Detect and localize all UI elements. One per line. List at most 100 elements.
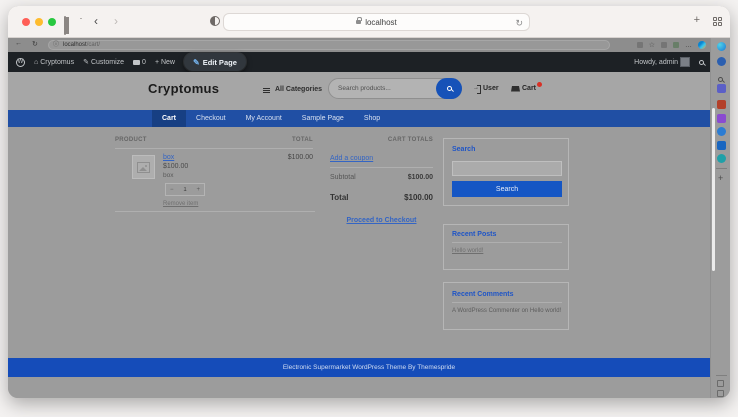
product-search-input[interactable]	[338, 80, 433, 97]
privacy-shield-icon[interactable]	[210, 16, 220, 26]
comment-bubble-icon	[133, 60, 140, 65]
sidebar-app-icon[interactable]	[717, 127, 726, 136]
recent-comment-text: A WordPress Commenter on Hello world!	[452, 308, 564, 314]
edge-toolbar-actions: ☆ …	[637, 41, 706, 49]
product-name-link[interactable]: box	[163, 154, 174, 161]
total-value: $100.00	[338, 193, 433, 202]
footer-credit-text: Electronic Supermarket WordPress Theme B…	[283, 364, 455, 371]
sidebar-settings-icon[interactable]	[717, 390, 724, 397]
sidebar-add-icon[interactable]: +	[718, 173, 723, 183]
main-nav: Cart Checkout My Account Sample Page Sho…	[8, 110, 730, 127]
site-logo[interactable]: Cryptomus	[148, 81, 219, 96]
close-window-button[interactable]	[22, 18, 30, 26]
more-menu-icon[interactable]: …	[685, 43, 692, 48]
edge-address-bar[interactable]: ⓘ localhost/cart/	[48, 40, 610, 50]
minimize-window-button[interactable]	[35, 18, 43, 26]
quantity-input[interactable]	[179, 187, 191, 193]
add-coupon-link[interactable]: Add a coupon	[330, 155, 373, 162]
chevron-down-icon[interactable]: ˇ	[80, 19, 82, 25]
admin-bar-new[interactable]: + New	[155, 59, 175, 66]
user-login-link[interactable]: User	[473, 85, 499, 92]
edge-toolbar: ← ↻ ⓘ localhost/cart/ ☆ …	[8, 38, 730, 52]
tab-overview-icon[interactable]	[713, 17, 722, 26]
admin-bar-customize[interactable]: ✎ Customize	[83, 58, 124, 66]
admin-bar-edit-page-button[interactable]: ✎ Edit Page	[184, 53, 246, 71]
site-header: Cryptomus All Categories User Cart	[8, 72, 730, 110]
quantity-stepper: − +	[165, 183, 205, 196]
nav-item-shop[interactable]: Shop	[354, 110, 390, 127]
quantity-plus-button[interactable]: +	[196, 187, 200, 193]
address-bar-host: localhost	[365, 18, 397, 27]
sidebar-search-button[interactable]: Search	[452, 181, 562, 197]
forward-button[interactable]: ›	[114, 16, 118, 26]
subtotal-value: $100.00	[338, 174, 433, 181]
line-total: $100.00	[248, 154, 313, 161]
sidebar-app-icon[interactable]	[717, 57, 726, 66]
sidebar-panel-icon[interactable]	[717, 380, 724, 387]
nav-item-cart[interactable]: Cart	[152, 110, 186, 127]
nav-item-checkout[interactable]: Checkout	[186, 110, 236, 127]
admin-bar-comments[interactable]: 0	[133, 59, 146, 66]
collections-icon[interactable]	[661, 42, 667, 48]
cart-total-header: TOTAL	[248, 137, 313, 143]
sidebar-search-input[interactable]	[453, 168, 561, 181]
proceed-to-checkout-link[interactable]: Proceed to Checkout	[330, 217, 433, 224]
home-icon: ⌂	[34, 59, 38, 66]
page-content: PRODUCT TOTAL box $100.00 box − + Remove…	[8, 127, 730, 358]
extensions-icon[interactable]	[673, 42, 679, 48]
edge-url-host: localhost	[63, 42, 87, 48]
page-scrollbar[interactable]	[712, 108, 715, 271]
sidebar-app-icon[interactable]	[717, 84, 726, 93]
recent-posts-widget: Recent Posts Hello world!	[443, 224, 569, 270]
search-icon	[447, 86, 452, 91]
copilot-icon[interactable]	[717, 42, 726, 51]
site-footer: Electronic Supermarket WordPress Theme B…	[8, 358, 730, 377]
sidebar-search-icon[interactable]	[717, 70, 726, 79]
safari-toolbar: ˇ ‹ › localhost ↻ +	[8, 6, 730, 38]
product-search-button[interactable]	[436, 78, 462, 99]
edge-refresh-button[interactable]: ↻	[32, 40, 38, 48]
browser-viewport: ← ↻ ⓘ localhost/cart/ ☆ … W	[8, 38, 730, 398]
product-variant: box	[163, 172, 173, 179]
admin-avatar	[680, 57, 690, 67]
new-tab-button[interactable]: +	[694, 14, 700, 26]
sidebar-app-icon[interactable]	[717, 141, 726, 150]
product-thumbnail[interactable]	[132, 155, 155, 179]
quantity-minus-button[interactable]: −	[170, 187, 174, 193]
cart-count-badge	[537, 82, 542, 87]
sidebar-app-icon[interactable]	[717, 100, 726, 109]
recent-post-link[interactable]: Hello world!	[452, 248, 483, 254]
profile-avatar[interactable]	[698, 41, 706, 49]
split-screen-icon[interactable]	[637, 42, 643, 48]
sidebar-app-icon[interactable]	[717, 154, 726, 163]
admin-search-icon[interactable]	[699, 60, 704, 65]
nav-item-my-account[interactable]: My Account	[236, 110, 292, 127]
wp-admin-bar: W ⌂ Cryptomus ✎ Customize 0 + New ✎ Edit…	[8, 52, 730, 72]
admin-bar-account[interactable]: Howdy, admin	[634, 57, 690, 67]
wp-logo-icon[interactable]: W	[16, 58, 25, 67]
login-icon	[473, 85, 481, 92]
header-cart-link[interactable]: Cart	[511, 85, 536, 92]
sidebar-icon[interactable]	[64, 16, 66, 35]
hamburger-icon[interactable]	[263, 88, 270, 93]
search-widget-title: Search	[452, 146, 475, 153]
product-search-form	[328, 78, 462, 99]
recent-comments-title: Recent Comments	[452, 291, 513, 298]
cart-basket-icon	[511, 86, 520, 92]
reload-icon[interactable]: ↻	[515, 18, 523, 29]
edge-back-button[interactable]: ←	[15, 40, 22, 47]
back-button[interactable]: ‹	[94, 16, 98, 26]
all-categories-button[interactable]: All Categories	[275, 86, 322, 93]
sidebar-app-icon[interactable]	[717, 114, 726, 123]
cart-product-header: PRODUCT	[115, 137, 147, 143]
admin-bar-site-name[interactable]: ⌂ Cryptomus	[34, 59, 74, 66]
product-price: $100.00	[163, 163, 188, 170]
favorites-star-icon[interactable]: ☆	[649, 42, 655, 49]
edit-pencil-icon: ✎	[193, 58, 200, 67]
nav-item-sample-page[interactable]: Sample Page	[292, 110, 354, 127]
zoom-window-button[interactable]	[48, 18, 56, 26]
remove-item-link[interactable]: Remove item	[163, 201, 198, 207]
image-placeholder-icon	[137, 162, 150, 173]
site-info-icon[interactable]: ⓘ	[53, 41, 59, 49]
address-bar[interactable]: localhost ↻	[223, 13, 530, 31]
